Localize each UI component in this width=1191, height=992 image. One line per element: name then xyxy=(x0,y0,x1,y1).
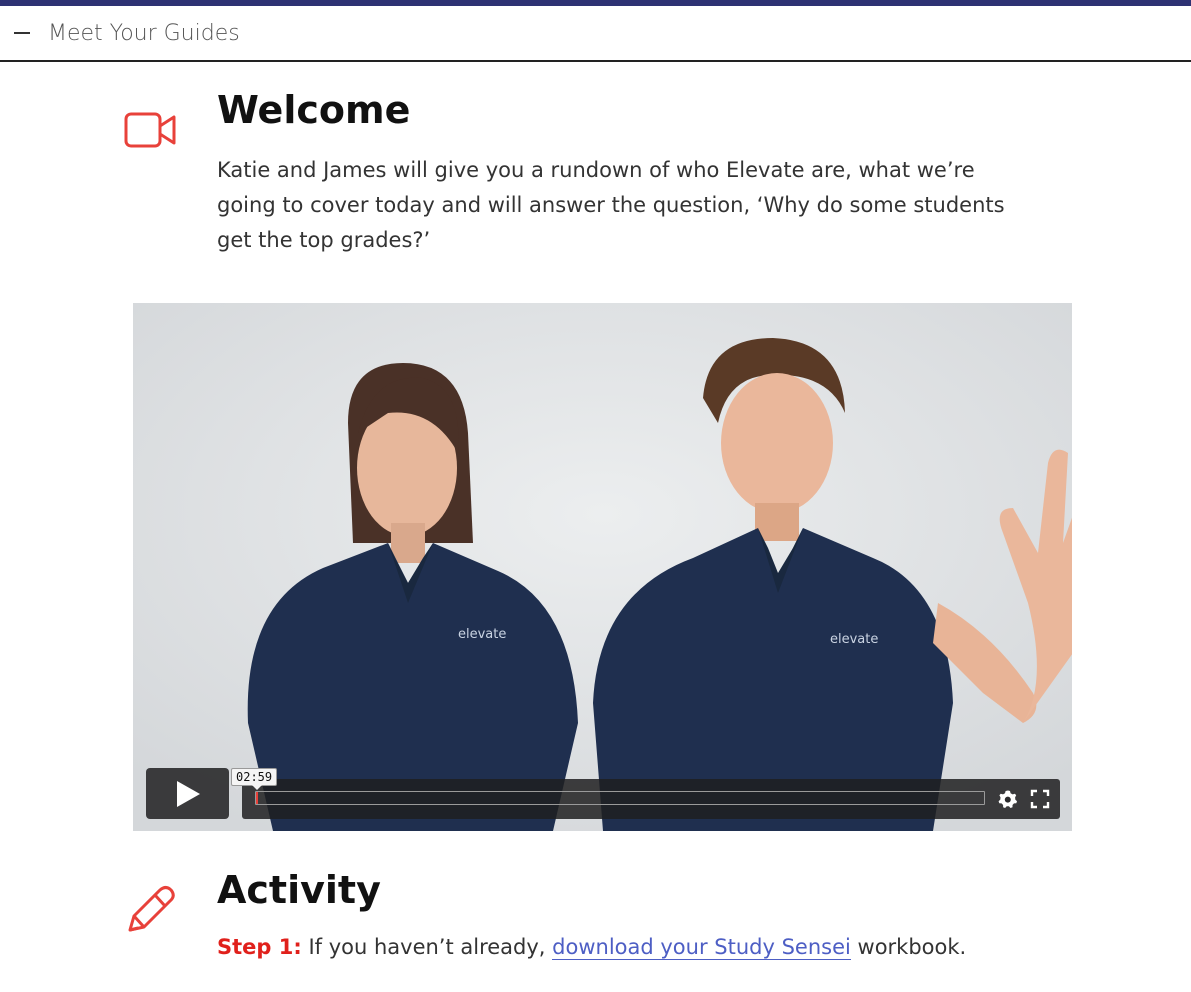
katie-shirt-logo: elevate xyxy=(458,627,506,642)
collapse-icon[interactable] xyxy=(14,32,30,34)
play-icon xyxy=(176,780,200,807)
video-camera-icon xyxy=(124,112,176,148)
activity-heading: Activity xyxy=(217,868,381,912)
video-player[interactable]: elevate elevate 02:59 xyxy=(133,303,1072,831)
welcome-description: Katie and James will give you a rundown … xyxy=(217,158,1005,252)
settings-gear-icon[interactable] xyxy=(998,789,1018,809)
activity-step-1: Step 1: If you haven’t already, download… xyxy=(217,935,967,960)
section-title: Meet Your Guides xyxy=(48,20,240,46)
step-text-before: If you haven’t already, xyxy=(301,935,553,959)
step-label: Step 1: xyxy=(217,935,302,959)
james-shirt-logo: elevate xyxy=(830,632,878,647)
fullscreen-icon[interactable] xyxy=(1030,789,1050,809)
download-workbook-link[interactable]: download your Study Sensei xyxy=(552,935,851,960)
time-tooltip: 02:59 xyxy=(231,768,278,790)
welcome-heading: Welcome xyxy=(217,88,411,132)
progress-fill xyxy=(256,792,258,804)
play-button[interactable] xyxy=(146,768,229,819)
section-toggle[interactable]: Meet Your Guides xyxy=(0,6,1191,62)
pencil-icon xyxy=(128,886,175,932)
video-frame: elevate elevate xyxy=(133,303,1072,831)
progress-bar[interactable] xyxy=(255,791,985,805)
video-controls xyxy=(242,779,1060,819)
step-text-after: workbook. xyxy=(850,935,967,959)
